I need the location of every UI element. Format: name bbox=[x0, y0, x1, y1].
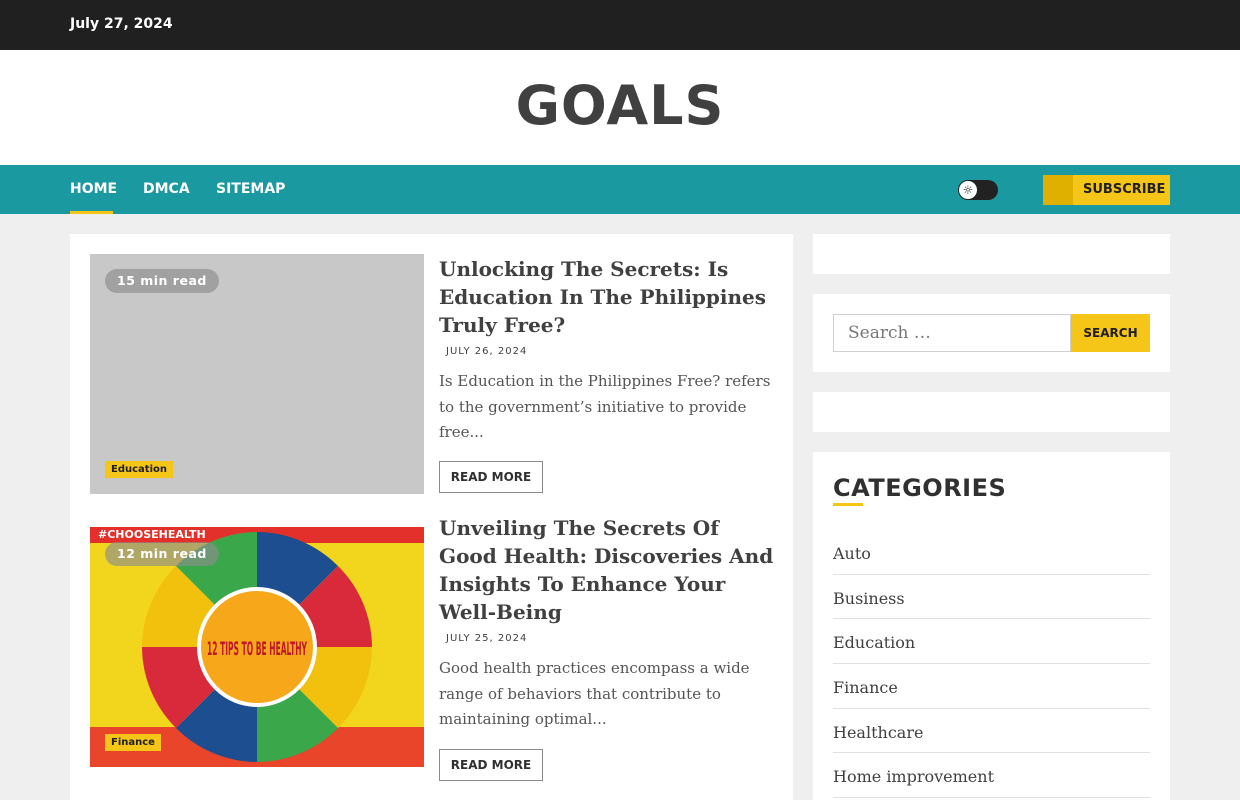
active-nav-indicator bbox=[70, 211, 113, 214]
category-link-home-improvement[interactable]: Home improvement bbox=[833, 753, 1150, 799]
post-excerpt: Good health practices encompass a wide r… bbox=[439, 659, 750, 728]
read-more-button[interactable]: READ MORE bbox=[439, 461, 543, 493]
sidebar-widget-empty bbox=[813, 234, 1170, 274]
post-excerpt: Is Education in the Philippines Free? re… bbox=[439, 372, 771, 441]
masthead: GOALS bbox=[0, 50, 1240, 165]
read-time-badge: 12 min read bbox=[105, 542, 219, 566]
search-input[interactable]: Search … bbox=[833, 314, 1071, 352]
nav-item-sitemap[interactable]: SITEMAP bbox=[216, 181, 285, 197]
category-link-education[interactable]: Education bbox=[833, 619, 1150, 665]
search-button[interactable]: SEARCH bbox=[1071, 314, 1150, 352]
post-title[interactable]: Unveiling The Secrets Of Good Health: Di… bbox=[439, 514, 774, 626]
category-link-auto[interactable]: Auto bbox=[833, 530, 1150, 575]
site-title[interactable]: GOALS bbox=[0, 74, 1240, 137]
categories-list: Auto Business Education Finance Healthca… bbox=[833, 530, 1150, 799]
current-date: July 27, 2024 bbox=[70, 16, 173, 32]
category-badge[interactable]: Education bbox=[105, 461, 173, 478]
category-badge[interactable]: Finance bbox=[105, 734, 161, 751]
nav-item-dmca[interactable]: DMCA bbox=[143, 181, 190, 197]
dark-mode-toggle[interactable]: ☼ bbox=[958, 180, 998, 200]
category-link-business[interactable]: Business bbox=[833, 575, 1150, 620]
heading-underline bbox=[833, 503, 863, 506]
sidebar-widget-empty bbox=[813, 392, 1170, 432]
category-link-healthcare[interactable]: Healthcare bbox=[833, 709, 1150, 754]
top-bar: July 27, 2024 bbox=[0, 0, 1240, 50]
sun-icon: ☼ bbox=[959, 181, 977, 199]
subscribe-button[interactable]: SUBSCRIBE bbox=[1043, 175, 1170, 205]
infographic-center-text: 12 TIPS TO BE HEALTHY bbox=[207, 638, 307, 660]
infographic-hashtag: #CHOOSEHEALTH bbox=[98, 528, 206, 541]
post-title[interactable]: Unlocking The Secrets: Is Education In T… bbox=[439, 255, 774, 339]
category-link-finance[interactable]: Finance bbox=[833, 664, 1150, 709]
read-time-badge: 15 min read bbox=[105, 269, 219, 293]
post-date: JULY 26, 2024 bbox=[446, 346, 528, 357]
subscribe-icon bbox=[1043, 175, 1073, 205]
nav-item-home[interactable]: HOME bbox=[70, 181, 117, 197]
categories-heading: CATEGORIES bbox=[833, 474, 1007, 502]
subscribe-label: SUBSCRIBE bbox=[1083, 182, 1166, 197]
read-more-button[interactable]: READ MORE bbox=[439, 749, 543, 781]
post-date: JULY 25, 2024 bbox=[446, 633, 528, 644]
